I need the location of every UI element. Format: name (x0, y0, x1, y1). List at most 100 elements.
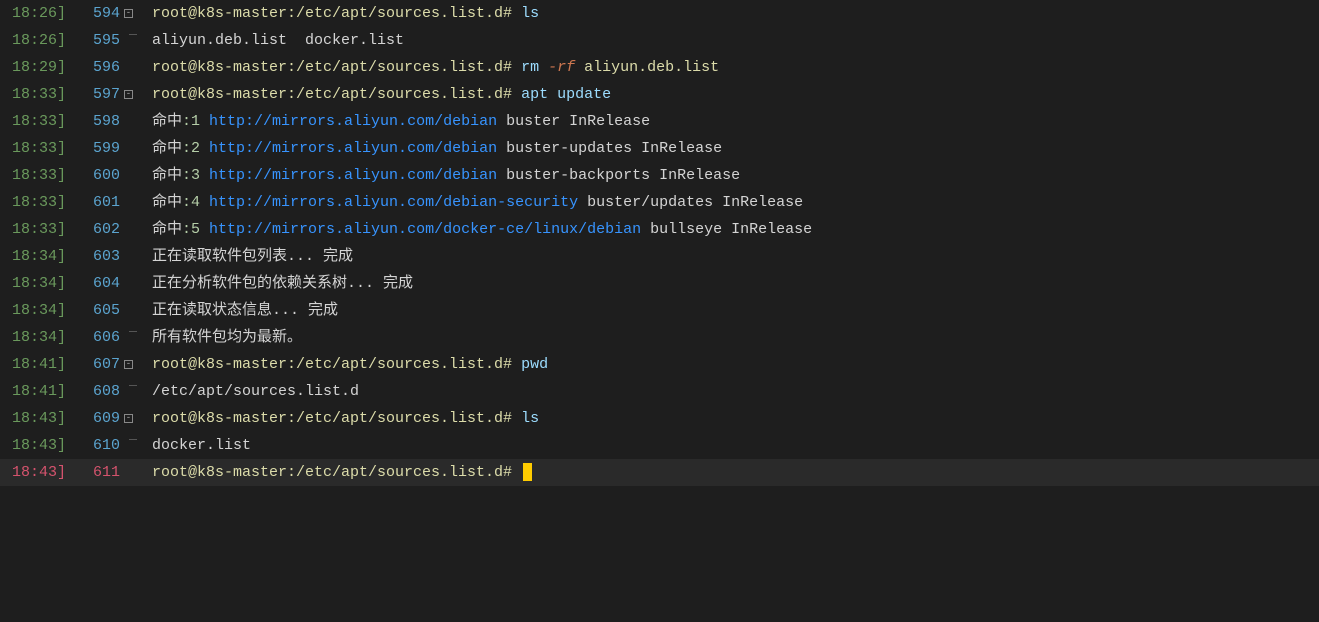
line-content[interactable]: docker.list (146, 432, 1319, 459)
terminal-line[interactable]: 18:34]606所有软件包均为最新。 (0, 324, 1319, 351)
line-content[interactable]: 命中:2 http://mirrors.aliyun.com/debian bu… (146, 135, 1319, 162)
line-content[interactable]: 正在读取状态信息... 完成 (146, 297, 1319, 324)
line-content[interactable]: 命中:5 http://mirrors.aliyun.com/docker-ce… (146, 216, 1319, 243)
line-content[interactable]: aliyun.deb.list docker.list (146, 27, 1319, 54)
timestamp: 18:26] (0, 0, 68, 27)
line-content[interactable]: 正在读取软件包列表... 完成 (146, 243, 1319, 270)
terminal-editor[interactable]: 18:26]594-root@k8s-master:/etc/apt/sourc… (0, 0, 1319, 486)
terminal-line[interactable]: 18:26]594- root@k8s-master:/etc/apt/sourc… (0, 0, 1319, 27)
token-prompt: root@k8s-master:/etc/apt/sources.list.d# (152, 5, 521, 22)
terminal-line[interactable]: 18:33]602命中:5 http://mirrors.aliyun.com/… (0, 216, 1319, 243)
line-number: 601 (68, 189, 124, 216)
token-num: :2 (182, 140, 209, 157)
token-flag: -rf (548, 59, 575, 76)
line-content[interactable]: root@k8s-master:/etc/apt/sources.list.d#… (146, 0, 1319, 27)
fold-toggle-icon[interactable]: - (124, 414, 133, 423)
token-cmd: apt update (521, 86, 611, 103)
terminal-line[interactable]: 18:26]595 aliyun.deb.list docker.list (0, 27, 1319, 54)
line-number: 605 (68, 297, 124, 324)
token-url: http://mirrors.aliyun.com/debian (209, 113, 497, 130)
line-content[interactable]: root@k8s-master:/etc/apt/sources.list.d#… (146, 405, 1319, 432)
line-number: 608 (68, 378, 124, 405)
token-num: :4 (182, 194, 209, 211)
terminal-line[interactable]: 18:29]596 root@k8s-master:/etc/apt/source… (0, 54, 1319, 81)
terminal-line[interactable]: 18:41]607- root@k8s-master:/etc/apt/sourc… (0, 351, 1319, 378)
terminal-line[interactable]: 18:33]597-root@k8s-master:/etc/apt/sourc… (0, 81, 1319, 108)
timestamp: 18:33] (0, 189, 68, 216)
token-plain: 正在分析软件包的依赖关系树... 完成 (152, 275, 413, 292)
timestamp: 18:34] (0, 270, 68, 297)
fold-toggle-icon[interactable]: - (124, 90, 133, 99)
terminal-line[interactable]: 18:34]605正在读取状态信息... 完成 (0, 297, 1319, 324)
token-plain: 正在读取状态信息... 完成 (152, 302, 338, 319)
token-tail: buster-updates InRelease (497, 140, 722, 157)
fold-toggle-icon[interactable]: - (124, 9, 133, 18)
timestamp: 18:34] (0, 243, 68, 270)
token-num: :5 (182, 221, 209, 238)
line-content[interactable]: root@k8s-master:/etc/apt/sources.list.d#… (146, 54, 1319, 81)
terminal-line[interactable]: 18:33]600 命中:3 http://mirrors.aliyun.com/… (0, 162, 1319, 189)
token-prompt: root@k8s-master:/etc/apt/sources.list.d# (152, 59, 521, 76)
line-number: 594 (68, 0, 124, 27)
terminal-line[interactable]: 18:33]598命中:1 http://mirrors.aliyun.com/… (0, 108, 1319, 135)
fold-gutter[interactable]: - (124, 353, 146, 376)
timestamp: 18:34] (0, 324, 68, 351)
line-content[interactable]: 所有软件包均为最新。 (146, 324, 1319, 351)
terminal-line[interactable]: 18:34]603正在读取软件包列表... 完成 (0, 243, 1319, 270)
token-tail: buster/updates InRelease (578, 194, 803, 211)
line-number: 596 (68, 54, 124, 81)
fold-gutter[interactable]: - (124, 407, 146, 430)
line-content[interactable]: 命中:4 http://mirrors.aliyun.com/debian-se… (146, 189, 1319, 216)
line-number: 609 (68, 405, 124, 432)
token-tail: bullseye InRelease (641, 221, 812, 238)
line-content[interactable]: root@k8s-master:/etc/apt/sources.list.d#… (146, 81, 1319, 108)
timestamp: 18:29] (0, 54, 68, 81)
terminal-line[interactable]: 18:43]611 root@k8s-master:/etc/apt/source… (0, 459, 1319, 486)
token-plain: 所有软件包均为最新。 (152, 329, 302, 346)
terminal-line[interactable]: 18:43]610docker.list (0, 432, 1319, 459)
token-arg: aliyun.deb.list (575, 59, 719, 76)
line-content[interactable]: root@k8s-master:/etc/apt/sources.list.d#… (146, 351, 1319, 378)
token-prompt: root@k8s-master:/etc/apt/sources.list.d# (152, 86, 521, 103)
timestamp: 18:26] (0, 27, 68, 54)
token-hit: 命中 (152, 167, 182, 184)
timestamp: 18:43] (0, 459, 68, 486)
fold-gutter[interactable]: - (124, 2, 146, 25)
token-cmd: pwd (521, 356, 548, 373)
line-number: 607 (68, 351, 124, 378)
token-hit: 命中 (152, 140, 182, 157)
token-prompt: root@k8s-master:/etc/apt/sources.list.d# (152, 464, 521, 481)
token-prompt: root@k8s-master:/etc/apt/sources.list.d# (152, 356, 521, 373)
terminal-line[interactable]: 18:41]608/etc/apt/sources.list.d (0, 378, 1319, 405)
token-url: http://mirrors.aliyun.com/debian (209, 167, 497, 184)
timestamp: 18:33] (0, 108, 68, 135)
terminal-line[interactable]: 18:33]599命中:2 http://mirrors.aliyun.com/… (0, 135, 1319, 162)
terminal-line[interactable]: 18:43]609- root@k8s-master:/etc/apt/sourc… (0, 405, 1319, 432)
fold-toggle-icon[interactable]: - (124, 360, 133, 369)
timestamp: 18:41] (0, 351, 68, 378)
timestamp: 18:43] (0, 405, 68, 432)
line-content[interactable]: 命中:1 http://mirrors.aliyun.com/debian bu… (146, 108, 1319, 135)
line-number: 600 (68, 162, 124, 189)
line-number: 610 (68, 432, 124, 459)
line-number: 604 (68, 270, 124, 297)
fold-gutter[interactable]: - (124, 83, 146, 106)
timestamp: 18:33] (0, 162, 68, 189)
token-num: :1 (182, 113, 209, 130)
token-plain: 正在读取软件包列表... 完成 (152, 248, 353, 265)
token-tail: buster InRelease (497, 113, 650, 130)
token-cmd: ls (521, 5, 539, 22)
line-content[interactable]: /etc/apt/sources.list.d (146, 378, 1319, 405)
token-hit: 命中 (152, 194, 182, 211)
line-number: 597 (68, 81, 124, 108)
token-num: :3 (182, 167, 209, 184)
line-content[interactable]: 正在分析软件包的依赖关系树... 完成 (146, 270, 1319, 297)
terminal-line[interactable]: 18:33]601 命中:4 http://mirrors.aliyun.com/… (0, 189, 1319, 216)
line-content[interactable]: root@k8s-master:/etc/apt/sources.list.d# (146, 459, 1319, 486)
timestamp: 18:33] (0, 216, 68, 243)
line-number: 611 (68, 459, 124, 486)
line-number: 595 (68, 27, 124, 54)
token-plain: aliyun.deb.list docker.list (152, 32, 404, 49)
line-content[interactable]: 命中:3 http://mirrors.aliyun.com/debian bu… (146, 162, 1319, 189)
terminal-line[interactable]: 18:34]604 正在分析软件包的依赖关系树... 完成 (0, 270, 1319, 297)
